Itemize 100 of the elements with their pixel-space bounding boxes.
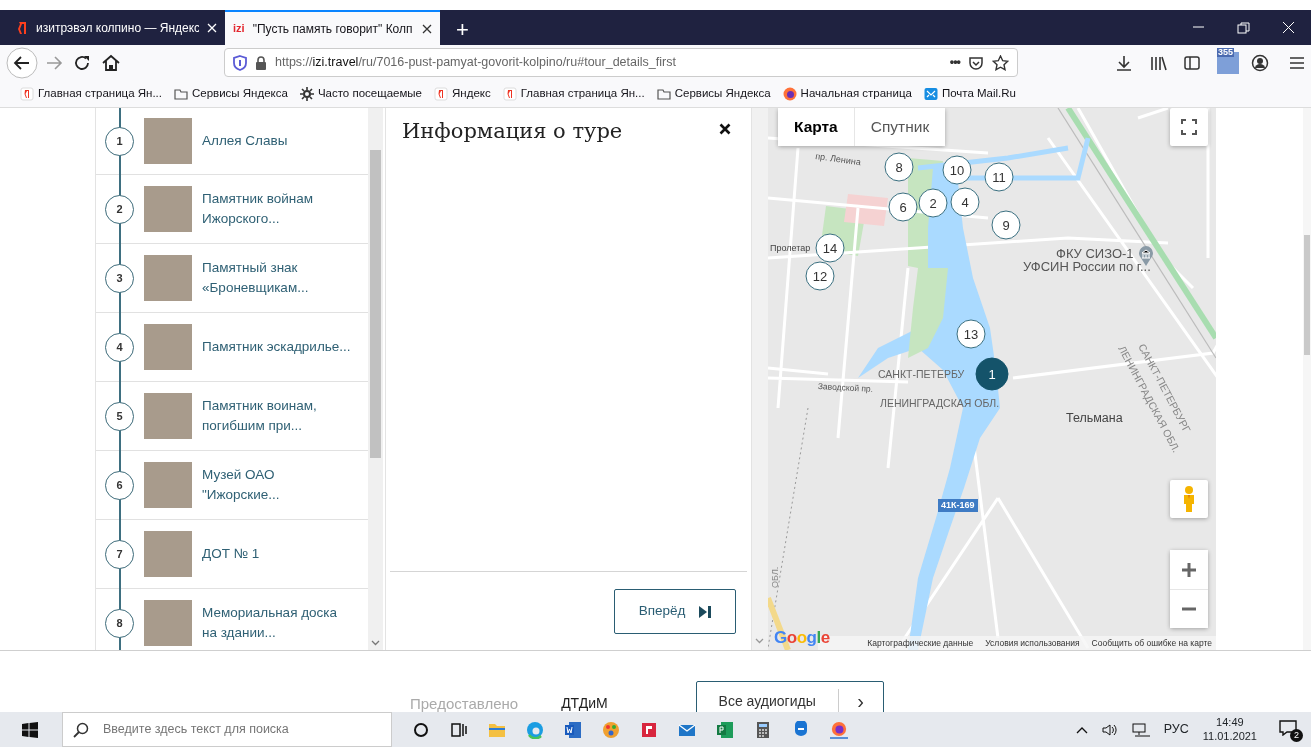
region-label: ОБЛ. bbox=[771, 566, 780, 588]
url-text[interactable]: https://izi.travel/ru/7016-pust-pamyat-govorit-kolpino/ru#tour_details_first bbox=[275, 53, 942, 72]
download-icon[interactable] bbox=[1115, 53, 1133, 72]
number-badge: 2 bbox=[105, 194, 134, 224]
chat-icon[interactable] bbox=[792, 720, 810, 739]
minus-icon bbox=[1181, 607, 1197, 611]
notification-icon[interactable]: 2 bbox=[1279, 719, 1301, 740]
bookmark-link[interactable]: Начальная страница bbox=[782, 84, 912, 103]
logo-icon bbox=[18, 20, 28, 35]
attribution-link[interactable]: Картографические данные bbox=[867, 636, 974, 650]
menu-icon[interactable] bbox=[1289, 55, 1305, 70]
list-item[interactable]: 7 ДОТ № 1 bbox=[96, 520, 368, 589]
map-type-tab[interactable]: Карта bbox=[778, 108, 854, 146]
document-icon[interactable] bbox=[564, 720, 582, 739]
scrollbar-thumb[interactable] bbox=[370, 150, 381, 458]
all-guides-button[interactable]: Все аудиогиды › bbox=[695, 681, 884, 712]
logo-icon bbox=[434, 86, 449, 101]
clock[interactable]: 14:49 11.01.2021 bbox=[1202, 715, 1257, 744]
list-item[interactable]: 1 Аллея Славы bbox=[96, 108, 368, 175]
windows-logo-icon[interactable] bbox=[22, 721, 38, 738]
street-label: Пролетар bbox=[770, 244, 811, 253]
region-label: ЛЕНИНГРАДСКАЯ ОБЛ. bbox=[880, 398, 1000, 409]
item-title[interactable]: ДОТ № 1 bbox=[202, 543, 352, 565]
attribution-link[interactable]: Условия использования bbox=[985, 636, 1080, 650]
list-item[interactable]: 4 Памятник эскадрилье... bbox=[96, 313, 368, 382]
browser-tab[interactable]: izi "Пусть память говорит" Колп bbox=[225, 10, 440, 45]
mail-icon bbox=[923, 86, 938, 101]
bookmark-link[interactable]: Главная страница Ян... bbox=[502, 84, 645, 103]
scrollbar[interactable] bbox=[752, 108, 768, 650]
browser-logo-icon bbox=[782, 86, 797, 101]
number-badge: 5 bbox=[105, 401, 134, 431]
photo-placeholder bbox=[144, 462, 192, 508]
home-icon[interactable] bbox=[100, 52, 122, 73]
pocket-icon[interactable] bbox=[968, 54, 984, 71]
star-icon[interactable] bbox=[992, 54, 1009, 71]
extension-icon[interactable]: 355 bbox=[1217, 51, 1239, 74]
item-title[interactable]: Памятный знак «Броневщикам... bbox=[202, 257, 352, 299]
circle-icon[interactable] bbox=[412, 720, 430, 739]
scrollbar[interactable] bbox=[1303, 108, 1311, 650]
map-logo: Google bbox=[774, 629, 830, 646]
list-item[interactable]: 8 Мемориальная доска на здании... bbox=[96, 589, 368, 650]
item-title[interactable]: Мемориальная доска на здании... bbox=[202, 602, 352, 644]
list-item[interactable]: 3 Памятный знак «Броневщикам... bbox=[96, 244, 368, 313]
region-label: САНКТ-ПЕТЕРБУ bbox=[878, 369, 965, 380]
item-title[interactable]: Музей ОАО "Ижорские... bbox=[202, 464, 352, 506]
scrollbar[interactable] bbox=[368, 108, 383, 650]
map-pin-icon bbox=[1138, 246, 1154, 266]
browser-logo-icon[interactable] bbox=[830, 720, 848, 739]
bookmark-link[interactable]: Яндекс bbox=[434, 84, 491, 103]
close-icon[interactable] bbox=[422, 23, 432, 34]
settings-icon bbox=[299, 86, 314, 101]
speaker-icon[interactable] bbox=[1101, 722, 1118, 737]
list-item[interactable]: 2 Памятник войнам Ижорского... bbox=[96, 175, 368, 244]
next-button[interactable]: Вперёд bbox=[614, 589, 736, 634]
scrollbar-thumb[interactable] bbox=[1304, 235, 1310, 355]
logo-icon bbox=[20, 86, 34, 101]
account-icon[interactable] bbox=[1251, 53, 1269, 72]
sidebar-icon[interactable] bbox=[1183, 53, 1201, 72]
app-icon[interactable] bbox=[640, 720, 658, 739]
panel-title: Информация о туре bbox=[402, 118, 623, 145]
close-icon[interactable] bbox=[719, 123, 731, 135]
fullscreen-button[interactable] bbox=[1170, 108, 1208, 146]
browser-tab[interactable]: изитрэвэл колпино — Яндекс bbox=[10, 10, 225, 45]
item-title[interactable]: Памятник воинам, погибшим при... bbox=[202, 395, 352, 437]
map-type-tab[interactable]: Спутник bbox=[853, 108, 946, 146]
spreadsheet-icon[interactable] bbox=[716, 720, 734, 739]
restore-icon[interactable] bbox=[1236, 21, 1251, 34]
list-item[interactable]: 6 Музей ОАО "Ижорские... bbox=[96, 451, 368, 520]
bookmark-link[interactable]: Сервисы Яндекса bbox=[173, 84, 288, 103]
bookmark-link[interactable]: Часто посещаемые bbox=[299, 84, 423, 103]
network-icon[interactable] bbox=[1131, 722, 1150, 737]
item-title[interactable]: Памятник войнам Ижорского... bbox=[202, 188, 352, 230]
search-field[interactable]: Введите здесь текст для поиска bbox=[62, 712, 392, 747]
item-title[interactable]: Памятник эскадрилье... bbox=[202, 336, 352, 358]
language-indicator[interactable]: РУС bbox=[1163, 720, 1189, 739]
bookmark-link[interactable]: Сервисы Яндекса bbox=[656, 84, 771, 103]
provider-label: Предоставлено bbox=[410, 694, 519, 712]
more-actions-button[interactable]: ••• bbox=[949, 53, 960, 72]
shield-icon[interactable] bbox=[233, 54, 247, 71]
plus-icon bbox=[1181, 561, 1197, 578]
provider-name: ДТДиМ bbox=[561, 694, 608, 712]
attribution-link[interactable]: Сообщить об ошибке на карте bbox=[1091, 636, 1212, 650]
search-input[interactable]: Введите здесь текст для поиска bbox=[101, 719, 381, 740]
address-bar[interactable]: https://izi.travel/ru/7016-pust-pamyat-govorit-kolpino/ru#tour_details_first ••• bbox=[224, 48, 1018, 77]
number-badge: 1 bbox=[105, 126, 134, 156]
new-tab-button[interactable]: + bbox=[456, 19, 469, 41]
chevron-down-icon[interactable] bbox=[371, 640, 380, 646]
bookmark-link[interactable]: Главная страница Ян... bbox=[20, 84, 162, 103]
back-icon[interactable] bbox=[6, 46, 38, 79]
list-item[interactable]: 5 Памятник воинам, погибшим при... bbox=[96, 382, 368, 451]
task-view-icon[interactable] bbox=[450, 720, 468, 739]
item-title[interactable]: Аллея Славы bbox=[202, 130, 352, 152]
chevron-up-icon[interactable] bbox=[1075, 725, 1088, 734]
zoom-in-button[interactable] bbox=[1170, 550, 1208, 589]
palette-icon[interactable] bbox=[602, 720, 620, 739]
road-number: 41К-169 bbox=[938, 499, 978, 512]
calculator-icon[interactable] bbox=[754, 720, 772, 739]
place-label: ФКУ СИЗО-1 bbox=[1056, 247, 1134, 260]
skip-forward-icon bbox=[699, 605, 712, 618]
bookmark-link[interactable]: Почта Mail.Ru bbox=[923, 84, 1016, 103]
